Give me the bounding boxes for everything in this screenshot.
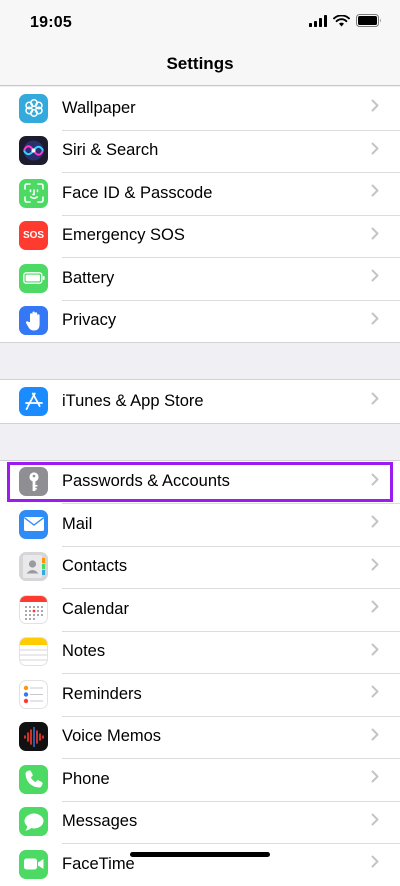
battery-icon xyxy=(19,263,48,293)
settings-row-voice-memos[interactable]: Voice Memos xyxy=(0,715,400,759)
app-store-icon xyxy=(19,386,48,416)
sos-icon-text: SOS xyxy=(22,230,45,242)
settings-row-label: Voice Memos xyxy=(62,727,162,746)
facetime-icon xyxy=(19,849,48,879)
key-icon xyxy=(19,467,48,497)
settings-row-label: Calendar xyxy=(62,599,129,618)
status-time: 19:05 xyxy=(30,14,72,31)
settings-row-itunes-app-store[interactable]: iTunes & App Store xyxy=(0,380,400,423)
settings-row-siri-search[interactable]: Siri & Search xyxy=(0,129,400,173)
messages-icon xyxy=(19,807,48,837)
settings-row-calendar[interactable]: Calendar xyxy=(0,588,400,631)
settings-row-label: Battery xyxy=(62,268,115,287)
wallpaper-icon xyxy=(19,93,48,123)
settings-row-privacy[interactable]: Privacy xyxy=(0,299,400,343)
reminders-icon xyxy=(19,679,48,709)
settings-row-label: FaceTime xyxy=(62,854,135,873)
settings-row-passwords-accounts[interactable]: Passwords & Accounts xyxy=(6,461,394,504)
notes-icon xyxy=(19,637,48,667)
settings-row-notes[interactable]: Notes xyxy=(0,630,400,674)
siri-icon xyxy=(19,136,48,166)
chevron-right-icon xyxy=(371,770,379,788)
home-indicator[interactable] xyxy=(130,852,270,857)
settings-row-label: Emergency SOS xyxy=(62,226,185,245)
settings-row-label: Phone xyxy=(62,769,110,788)
chevron-right-icon xyxy=(371,643,379,661)
chevron-right-icon xyxy=(371,813,379,831)
phone-icon xyxy=(19,764,48,794)
page-title: Settings xyxy=(166,54,234,73)
voice-memos-icon xyxy=(19,722,48,752)
settings-row-battery[interactable]: Battery xyxy=(0,257,400,300)
status-bar: 19:05 xyxy=(0,0,400,44)
settings-list[interactable]: Wallpaper Siri & Search Face ID & Passco… xyxy=(0,87,400,886)
settings-group-general: Wallpaper Siri & Search Face ID & Passco… xyxy=(0,87,400,343)
navigation-bar: Settings xyxy=(0,44,400,86)
settings-row-label: iTunes & App Store xyxy=(62,391,204,410)
hand-icon xyxy=(19,306,48,336)
chevron-right-icon xyxy=(371,685,379,703)
chevron-right-icon xyxy=(371,312,379,330)
status-icons xyxy=(309,14,382,32)
chevron-right-icon xyxy=(371,142,379,160)
battery-status-icon xyxy=(356,14,382,32)
settings-row-mail[interactable]: Mail xyxy=(0,503,400,546)
calendar-icon xyxy=(19,594,48,624)
settings-row-label: Mail xyxy=(62,514,93,533)
settings-row-face-id[interactable]: Face ID & Passcode xyxy=(0,172,400,215)
chevron-right-icon xyxy=(371,515,379,533)
settings-row-reminders[interactable]: Reminders xyxy=(0,673,400,716)
settings-row-label: Passwords & Accounts xyxy=(62,472,230,491)
settings-row-emergency-sos[interactable]: SOS Emergency SOS xyxy=(0,214,400,258)
chevron-right-icon xyxy=(371,227,379,245)
chevron-right-icon xyxy=(371,184,379,202)
settings-row-label: Siri & Search xyxy=(62,141,159,160)
settings-row-phone[interactable]: Phone xyxy=(0,758,400,801)
settings-row-label: Privacy xyxy=(62,311,117,330)
settings-group-store: iTunes & App Store xyxy=(0,379,400,424)
chevron-right-icon xyxy=(371,600,379,618)
cellular-signal-icon xyxy=(309,14,327,32)
wifi-icon xyxy=(333,14,350,32)
chevron-right-icon xyxy=(371,392,379,410)
chevron-right-icon xyxy=(371,855,379,873)
mail-icon xyxy=(19,509,48,539)
chevron-right-icon xyxy=(371,99,379,117)
contacts-icon xyxy=(19,552,48,582)
settings-row-label: Notes xyxy=(62,642,106,661)
sos-icon: SOS xyxy=(19,221,48,251)
settings-row-label: Face ID & Passcode xyxy=(62,183,213,202)
face-id-icon xyxy=(19,178,48,208)
settings-group-apps: Passwords & Accounts Mail Contacts Calen… xyxy=(0,459,400,886)
chevron-right-icon xyxy=(371,473,379,491)
settings-row-label: Contacts xyxy=(62,557,128,576)
settings-row-label: Wallpaper xyxy=(62,98,136,117)
chevron-right-icon xyxy=(371,558,379,576)
settings-row-wallpaper[interactable]: Wallpaper xyxy=(0,87,400,130)
chevron-right-icon xyxy=(371,728,379,746)
settings-row-contacts[interactable]: Contacts xyxy=(0,545,400,589)
chevron-right-icon xyxy=(371,269,379,287)
settings-row-label: Messages xyxy=(62,812,138,831)
settings-row-messages[interactable]: Messages xyxy=(0,800,400,844)
settings-row-label: Reminders xyxy=(62,684,142,703)
settings-row-facetime[interactable]: FaceTime xyxy=(0,843,400,886)
